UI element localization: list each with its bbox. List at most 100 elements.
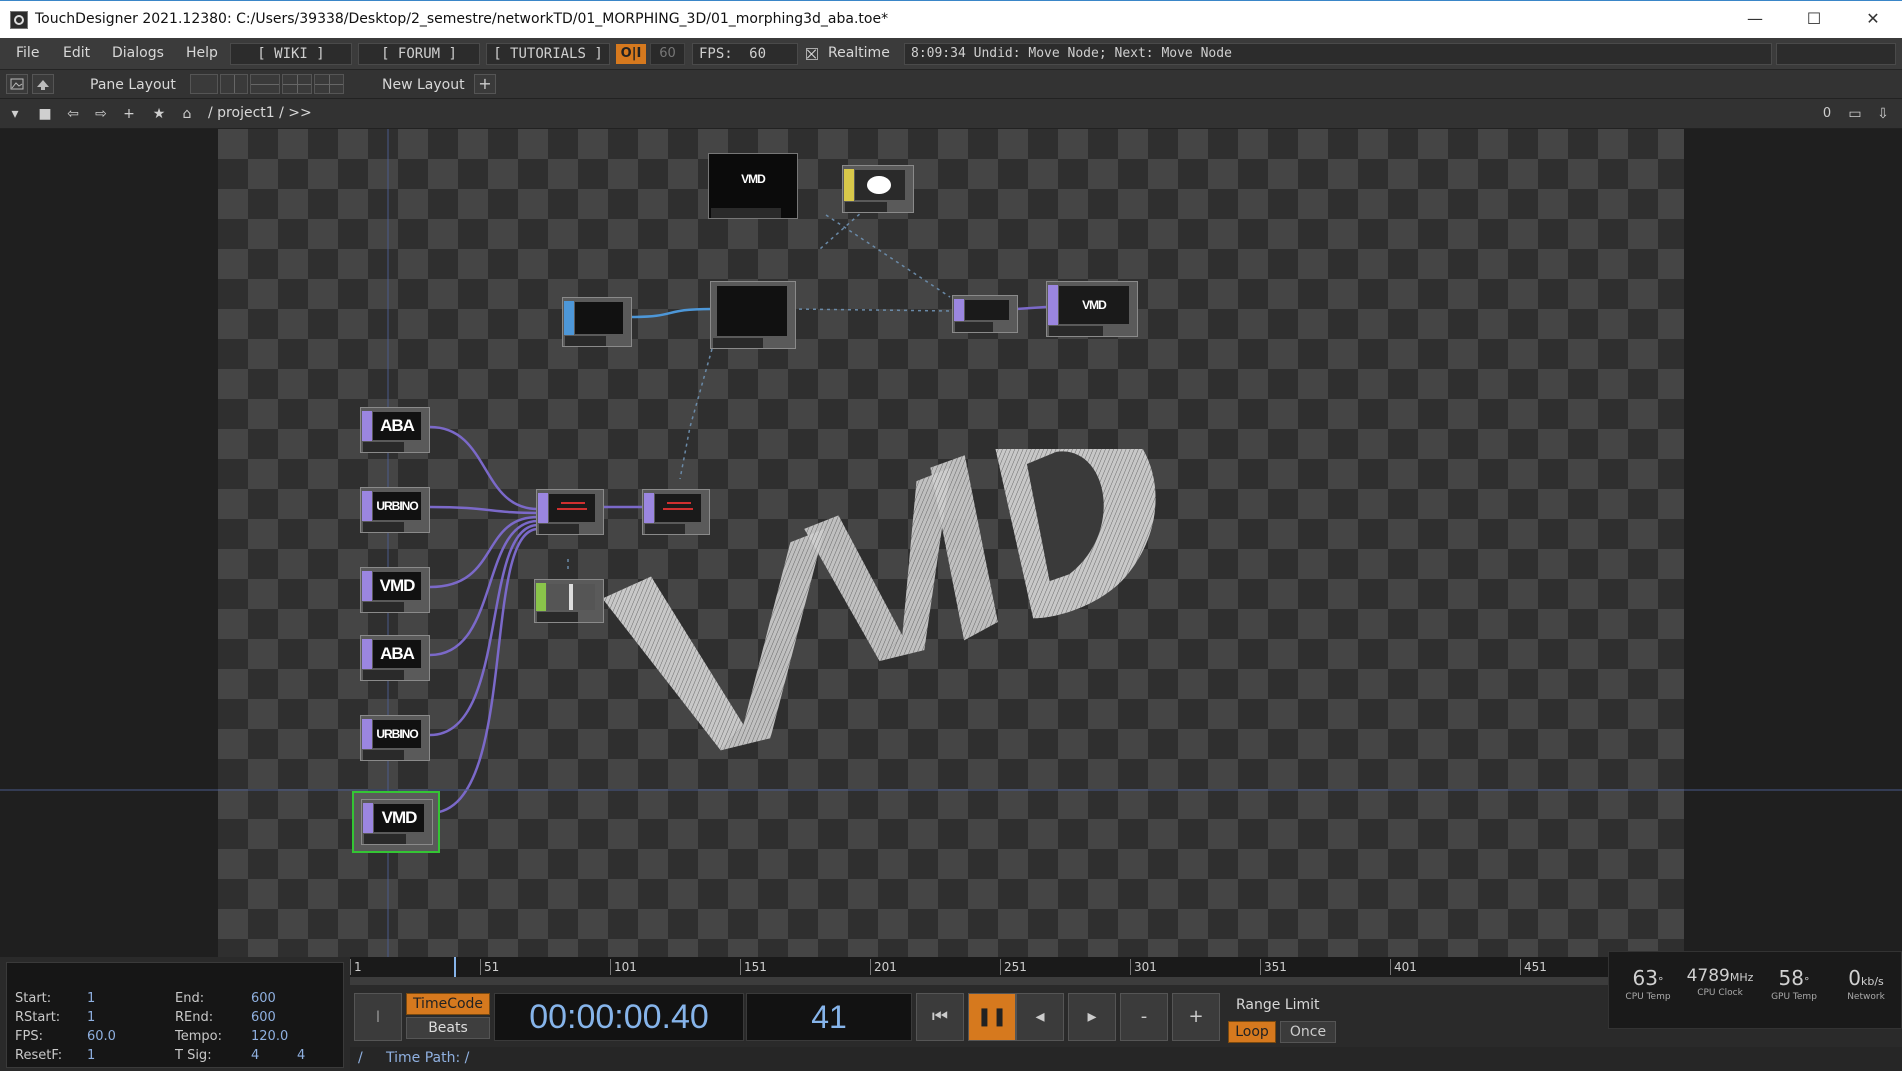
wiki-button[interactable]: [ WIKI ] — [230, 43, 352, 65]
chevron-down-icon[interactable]: ▾ — [4, 103, 26, 125]
forum-button[interactable]: [ FORUM ] — [358, 43, 480, 65]
node-switch-flag — [538, 493, 548, 523]
node-text-aba-1-label: ABA — [373, 412, 421, 440]
node-multiply-flag — [644, 493, 654, 523]
node-out[interactable]: VMD — [1046, 281, 1138, 337]
forward-arrow-icon[interactable]: ⇨ — [90, 103, 112, 125]
new-layout-label[interactable]: New Layout — [382, 77, 465, 93]
node-rectangle-flag — [564, 301, 574, 335]
fps-target-field[interactable]: 60 — [650, 43, 685, 65]
pause-icon[interactable]: ❚❚ — [968, 993, 1016, 1041]
tempo-value[interactable]: 120.0 — [251, 1029, 288, 1044]
rend-label: REnd: — [175, 1010, 214, 1025]
node-lfo-flag — [536, 583, 546, 611]
node-lfo[interactable] — [534, 579, 604, 623]
fps-setting-value[interactable]: 60.0 — [87, 1029, 116, 1044]
realtime-label: Realtime — [828, 45, 890, 61]
perform-mode-toggle[interactable]: O|I — [616, 44, 646, 64]
node-switch-name — [539, 524, 579, 534]
end-value[interactable]: 600 — [251, 991, 276, 1006]
tsig-denominator[interactable]: 4 — [297, 1048, 305, 1063]
speed-down-button[interactable]: - — [1120, 993, 1168, 1041]
stop-icon[interactable]: ■ — [34, 103, 56, 125]
network-path[interactable]: / project1 / >> — [208, 105, 312, 121]
tsig-numerator[interactable]: 4 — [251, 1048, 259, 1063]
node-text-vmd-2-selected[interactable]: VMD — [352, 791, 440, 853]
node-text-top[interactable]: VMD — [708, 153, 798, 219]
frame-display[interactable]: 41 — [746, 993, 912, 1041]
speed-up-button[interactable]: + — [1172, 993, 1220, 1041]
node-text-vmd-2-label: VMD — [374, 804, 424, 832]
layout-quad-button[interactable] — [314, 74, 344, 94]
menu-help[interactable]: Help — [186, 45, 218, 61]
timeline-cursor-tool-icon[interactable]: I — [354, 993, 402, 1041]
node-render[interactable] — [952, 295, 1018, 333]
ellipse-shape — [867, 176, 891, 194]
cpu-clock-unit: MHz — [1729, 971, 1754, 984]
node-geo-name — [713, 338, 764, 348]
node-text-urbino-2-label: URBINO — [373, 720, 421, 748]
playhead-marker[interactable] — [454, 957, 456, 977]
node-switch-viewer — [549, 494, 595, 522]
add-layout-button[interactable]: + — [474, 74, 496, 94]
tsig-label: T Sig: — [175, 1048, 212, 1063]
menu-file[interactable]: File — [16, 45, 39, 61]
node-text-top-label: VMD — [741, 172, 766, 186]
ruler-tick: 401 — [1390, 959, 1417, 975]
layout-three-button[interactable] — [282, 74, 312, 94]
node-geo[interactable] — [710, 281, 796, 349]
once-button[interactable]: Once — [1280, 1021, 1336, 1043]
node-multiply-viewer — [655, 494, 701, 522]
resetf-value[interactable]: 1 — [87, 1048, 95, 1063]
ruler-tick: 101 — [610, 959, 637, 975]
cpu-clock-label: CPU Clock — [1697, 988, 1743, 998]
pane-network-icon[interactable] — [32, 74, 54, 94]
bookmark-star-icon[interactable]: ★ — [148, 103, 170, 125]
ruler-tick: 51 — [480, 959, 499, 975]
menu-dialogs[interactable]: Dialogs — [112, 45, 164, 61]
time-path-label[interactable]: Time Path: / — [386, 1050, 469, 1066]
home-icon[interactable]: ⌂ — [176, 103, 198, 125]
realtime-checkbox[interactable] — [806, 48, 818, 60]
window-view-icon[interactable]: ▭ — [1844, 103, 1866, 125]
node-text-urbino-2[interactable]: URBINO — [360, 715, 430, 761]
rstart-value[interactable]: 1 — [87, 1010, 95, 1025]
step-back-icon[interactable]: ◂ — [1016, 993, 1064, 1041]
rewind-icon[interactable]: ⏮ — [916, 993, 964, 1041]
node-text-vmd-1[interactable]: VMD — [360, 567, 430, 613]
layout-split-horizontal-button[interactable] — [250, 74, 280, 94]
download-icon[interactable]: ⇩ — [1872, 103, 1894, 125]
start-value[interactable]: 1 — [87, 991, 95, 1006]
node-constant[interactable] — [842, 165, 914, 213]
cpu-temp-unit: ° — [1657, 975, 1664, 988]
gpu-temp-readout: 58° GPU Temp — [1759, 966, 1829, 1002]
close-button[interactable]: ✕ — [1844, 1, 1902, 37]
timecode-toggle[interactable]: TimeCode — [406, 993, 490, 1015]
minimize-button[interactable]: — — [1726, 1, 1784, 37]
layout-split-vertical-button[interactable] — [220, 74, 248, 94]
node-switch[interactable] — [536, 489, 604, 535]
timecode-display[interactable]: 00:00:00.40 — [494, 993, 744, 1041]
node-text-aba-2-flag — [362, 639, 372, 669]
title-bar: TouchDesigner 2021.12380: C:/Users/39338… — [0, 0, 1902, 38]
loop-button[interactable]: Loop — [1228, 1021, 1276, 1043]
menu-edit[interactable]: Edit — [63, 45, 90, 61]
tutorials-button[interactable]: [ TUTORIALS ] — [486, 43, 610, 65]
pane-type-icon[interactable] — [6, 74, 28, 94]
node-multiply[interactable] — [642, 489, 710, 535]
node-text-urbino-1[interactable]: URBINO — [360, 487, 430, 533]
layout-single-button[interactable] — [190, 74, 218, 94]
beats-toggle[interactable]: Beats — [406, 1017, 490, 1039]
node-constant-viewer — [855, 170, 905, 200]
step-forward-icon[interactable]: ▸ — [1068, 993, 1116, 1041]
maximize-button[interactable]: ☐ — [1785, 1, 1843, 37]
network-editor[interactable]: VMD VMD ABA URBINO VMD ABA URBINO VMD — [0, 129, 1902, 957]
node-text-aba-2[interactable]: ABA — [360, 635, 430, 681]
rend-value[interactable]: 600 — [251, 1010, 276, 1025]
performance-monitor: 63° CPU Temp 4789MHz CPU Clock 58° GPU T… — [1608, 951, 1902, 1029]
node-rectangle[interactable] — [562, 297, 632, 347]
add-icon[interactable]: + — [118, 103, 140, 125]
node-text-aba-1[interactable]: ABA — [360, 407, 430, 453]
time-path-root[interactable]: / — [358, 1050, 363, 1066]
back-arrow-icon[interactable]: ⇦ — [62, 103, 84, 125]
